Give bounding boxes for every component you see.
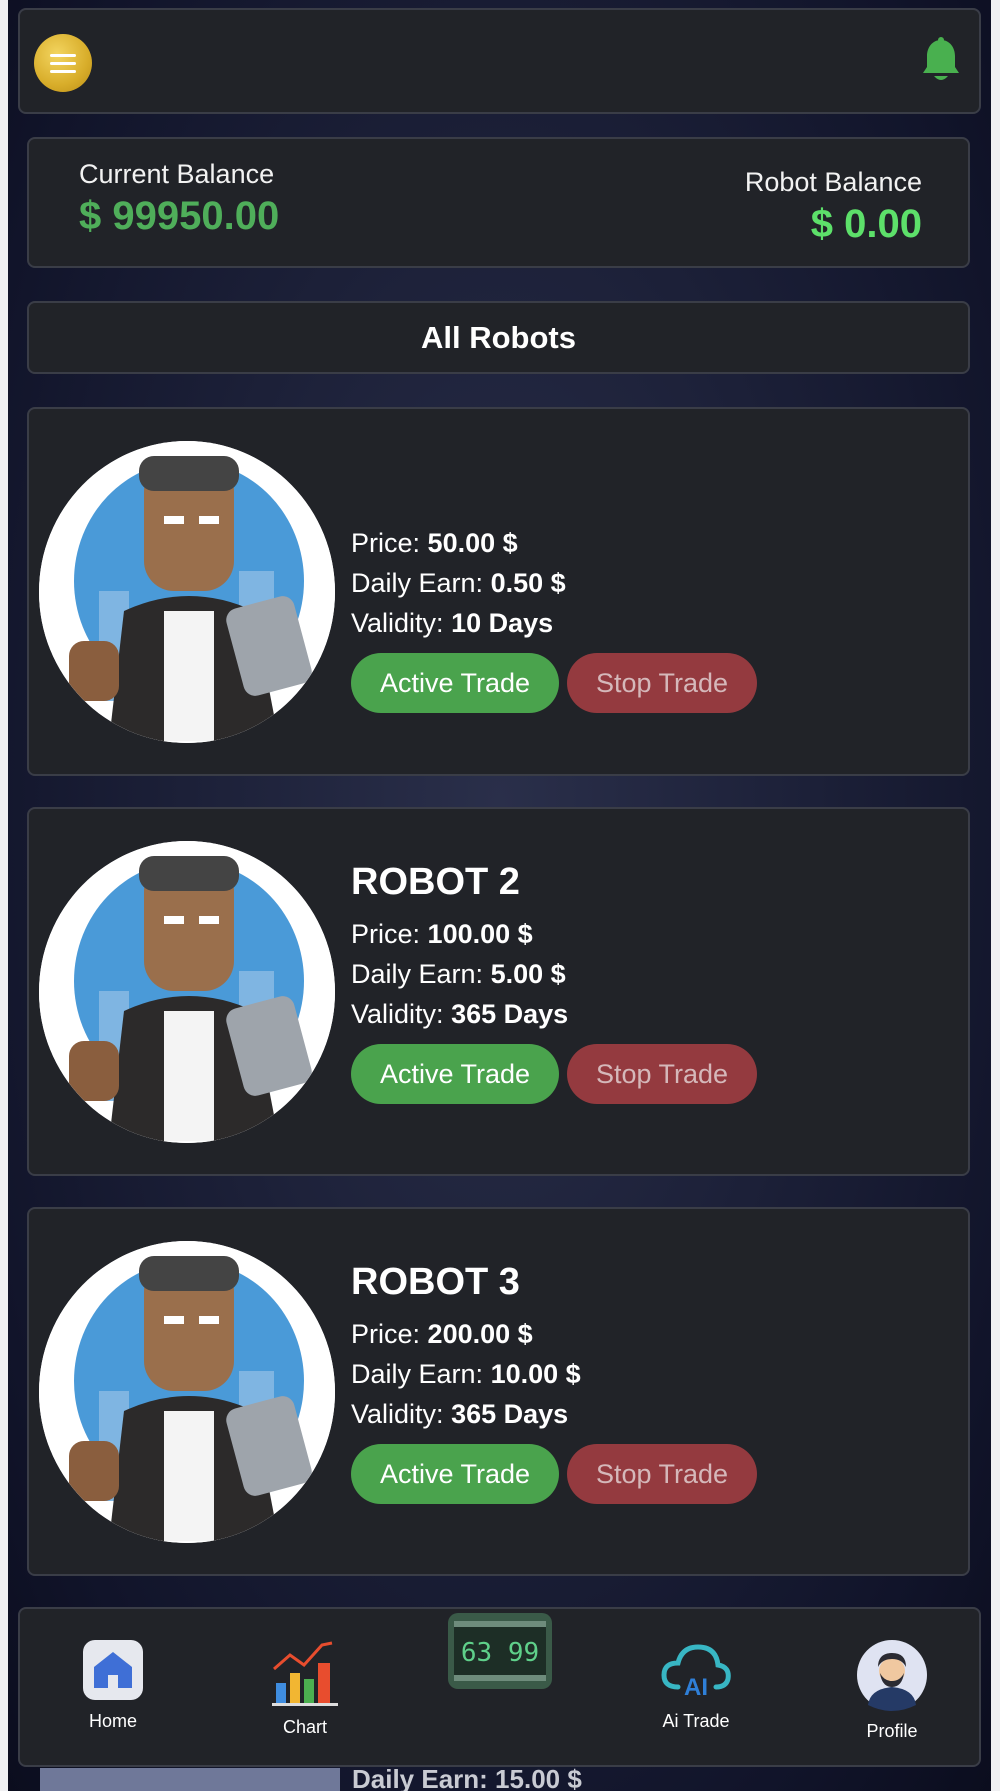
nav-home-label: Home xyxy=(88,1711,137,1731)
price-line: Price: 50.00 $ xyxy=(351,523,757,563)
chart-icon xyxy=(272,1641,338,1706)
robot-avatar xyxy=(39,841,335,1143)
stop-trade-button[interactable]: Stop Trade xyxy=(567,1044,757,1104)
daily-earn-line: Daily Earn: 10.00 $ xyxy=(351,1354,757,1394)
daily-earn-value: 0.50 $ xyxy=(490,568,566,598)
robot-balance: Robot Balance $ 0.00 xyxy=(745,167,922,247)
home-icon xyxy=(83,1640,143,1700)
counter-digits: 63 99 xyxy=(461,1638,539,1668)
active-trade-button[interactable]: Active Trade xyxy=(351,1044,559,1104)
robot-balance-label: Robot Balance xyxy=(744,167,922,197)
robot-info: ROBOT 3 Price: 200.00 $ Daily Earn: 10.0… xyxy=(351,1261,757,1504)
next-robot-avatar-peek xyxy=(40,1768,340,1791)
validity-value: 10 Days xyxy=(451,608,554,638)
stop-trade-button[interactable]: Stop Trade xyxy=(567,653,757,713)
robot-info: Price: 50.00 $ Daily Earn: 0.50 $ Validi… xyxy=(351,523,757,713)
menu-button[interactable] xyxy=(34,34,92,92)
validity-label: Validity: xyxy=(351,999,444,1029)
daily-earn-line: Daily Earn: 0.50 $ xyxy=(351,563,757,603)
price-line: Price: 100.00 $ xyxy=(351,914,757,954)
daily-earn-line: Daily Earn: 5.00 $ xyxy=(351,954,757,994)
validity-label: Validity: xyxy=(351,1399,444,1429)
validity-line: Validity: 365 Days xyxy=(351,994,757,1034)
nav-profile[interactable]: Profile xyxy=(856,1639,928,1742)
bell-icon[interactable] xyxy=(921,36,961,86)
price-line: Price: 200.00 $ xyxy=(351,1314,757,1354)
daily-earn-label: Daily Earn: xyxy=(351,568,484,598)
balance-panel: Current Balance $ 99950.00 Robot Balance… xyxy=(27,137,970,268)
daily-earn-value: 10.00 $ xyxy=(490,1359,581,1389)
nav-ai-trade[interactable]: AI Ai Trade xyxy=(660,1639,732,1732)
validity-line: Validity: 10 Days xyxy=(351,603,757,643)
price-value: 50.00 $ xyxy=(427,528,518,558)
nav-counter[interactable]: 63 99 xyxy=(446,1609,554,1693)
price-label: Price: xyxy=(351,919,421,949)
price-label: Price: xyxy=(351,528,421,558)
validity-value: 365 Days xyxy=(451,1399,569,1429)
hamburger-icon xyxy=(50,53,76,57)
current-balance-value: $ 99950.00 xyxy=(79,194,280,238)
price-value: 200.00 $ xyxy=(427,1319,533,1349)
robot-avatar xyxy=(39,1241,335,1543)
robot-avatar xyxy=(39,441,335,743)
active-trade-button[interactable]: Active Trade xyxy=(351,653,559,713)
robot-balance-value: $ 0.00 xyxy=(810,202,922,246)
robot-info: ROBOT 2 Price: 100.00 $ Daily Earn: 5.00… xyxy=(351,861,757,1104)
robot-name: ROBOT 3 xyxy=(351,1261,520,1303)
daily-earn-label: Daily Earn: xyxy=(351,959,484,989)
hamburger-icon-line xyxy=(50,69,76,73)
robot-card: ROBOT 3 Price: 200.00 $ Daily Earn: 10.0… xyxy=(27,1207,970,1576)
validity-line: Validity: 365 Days xyxy=(351,1394,757,1434)
daily-earn-value: 5.00 $ xyxy=(490,959,566,989)
svg-text:AI: AI xyxy=(684,1674,708,1701)
current-balance: Current Balance $ 99950.00 xyxy=(79,159,279,239)
stop-trade-button[interactable]: Stop Trade xyxy=(567,1444,757,1504)
active-trade-button[interactable]: Active Trade xyxy=(351,1444,559,1504)
next-robot-peek-text: Daily Earn: 15.00 $ xyxy=(352,1764,582,1791)
daily-earn-label: Daily Earn: xyxy=(351,1359,484,1389)
counter-icon: 63 99 xyxy=(448,1613,552,1689)
bottom-nav: Home Chart 63 99 AI Ai Trade Profile xyxy=(18,1607,981,1767)
price-value: 100.00 $ xyxy=(427,919,533,949)
nav-profile-label: Profile xyxy=(866,1721,918,1741)
current-balance-label: Current Balance xyxy=(79,159,275,189)
trade-buttons: Active Trade Stop Trade xyxy=(351,653,757,713)
price-label: Price: xyxy=(351,1319,421,1349)
robot-card: ROBOT 2 Price: 100.00 $ Daily Earn: 5.00… xyxy=(27,807,970,1176)
app-screen: Current Balance $ 99950.00 Robot Balance… xyxy=(8,0,991,1791)
nav-chart-label: Chart xyxy=(282,1717,327,1737)
all-robots-header: All Robots xyxy=(27,301,970,374)
top-bar xyxy=(18,8,981,114)
trade-buttons: Active Trade Stop Trade xyxy=(351,1444,757,1504)
hamburger-icon-line xyxy=(50,61,76,65)
nav-home[interactable]: Home xyxy=(82,1639,144,1732)
profile-avatar-icon xyxy=(857,1640,927,1711)
nav-ai-trade-label: Ai Trade xyxy=(662,1711,730,1731)
validity-value: 365 Days xyxy=(451,999,569,1029)
robot-name: ROBOT 2 xyxy=(351,861,520,903)
trade-buttons: Active Trade Stop Trade xyxy=(351,1044,757,1104)
ai-cloud-icon: AI xyxy=(661,1644,731,1701)
nav-chart[interactable]: Chart xyxy=(270,1639,340,1738)
validity-label: Validity: xyxy=(351,608,444,638)
robot-card: Price: 50.00 $ Daily Earn: 0.50 $ Validi… xyxy=(27,407,970,776)
